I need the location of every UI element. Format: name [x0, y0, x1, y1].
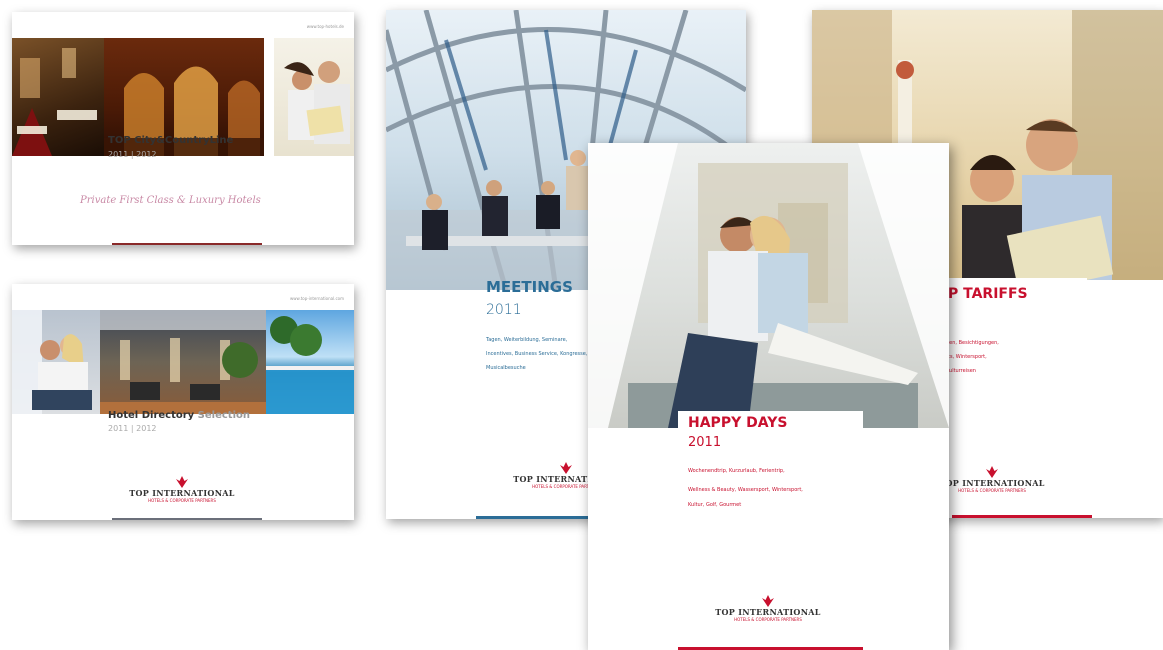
crown-logo-icon: [762, 595, 774, 607]
pool-scene: [266, 316, 354, 414]
couple-window-photo: [588, 143, 949, 428]
brochure-year: 2011: [688, 435, 722, 450]
couple-figures: [284, 61, 350, 144]
brochure-body-line: rts, Wintersport,: [946, 354, 987, 360]
brochure-title: MEETINGS: [486, 278, 573, 296]
brochure-body-line: Wellness & Beauty, Wassersport, Wintersp…: [688, 487, 803, 493]
brochure-title: P TARIFFS: [948, 286, 1028, 302]
crown-logo-icon: [986, 466, 998, 478]
brochure-hotel-directory: www.top-international.com Hotel Director…: [12, 284, 354, 520]
brochure-year: 2011 | 2012: [108, 424, 157, 433]
logo-tagline: HOTELS & CORPORATE PARTNERS: [734, 617, 802, 622]
bottom-accent-line: [112, 243, 262, 245]
lobby-scene: [100, 310, 266, 414]
pool-photo: [266, 310, 354, 414]
lobby-photo: [100, 310, 266, 414]
bottom-accent-line: [112, 518, 262, 520]
brochure-title: Hotel Directory Selection: [108, 410, 250, 421]
brochure-body-line: Kulturreisen: [946, 368, 976, 374]
title-bold: Hotel Directory: [108, 410, 195, 421]
brochure-title: HAPPY DAYS: [688, 415, 788, 431]
couple-sofa-figures: [12, 310, 92, 414]
logo-name: TOP INTERNATIONAL: [939, 478, 1045, 488]
brochure-body-line: Wochenendtrip, Kurzurlaub, Ferientrip,: [688, 468, 785, 474]
logo-tagline: HOTELS & CORPORATE PARTNERS: [958, 488, 1026, 493]
brochure-body-line: nen, Besichtigungen,: [946, 340, 999, 346]
restaurant-scene: [12, 48, 97, 156]
brochure-title: TOP City&CountryLine: [108, 135, 234, 146]
brochure-body-line: Kultur, Golf, Gourmet: [688, 502, 742, 508]
crown-logo-icon: [176, 476, 188, 488]
bottom-accent-line: [952, 515, 1092, 518]
restaurant-photo: [12, 38, 104, 156]
brochure-url: www.top-international.com: [290, 296, 344, 301]
couple-sofa-photo: [12, 310, 100, 414]
top-international-logo: TOP INTERNATIONAL HOTELS & CORPORATE PAR…: [92, 476, 272, 503]
top-international-logo: TOP INTERNATIONAL HOTELS & CORPORATE PAR…: [698, 595, 838, 622]
brochure-body-line: Musicalbesuche: [486, 365, 526, 371]
brochure-collage: { "colors": { "brand_red": "#c8102e", "m…: [0, 0, 1163, 650]
logo-name: TOP INTERNATIONAL: [129, 488, 235, 498]
brochure-happy-days: HAPPY DAYS 2011 Wochenendtrip, Kurzurlau…: [588, 143, 949, 650]
brochure-slogan: Private First Class & Luxury Hotels: [80, 195, 261, 206]
couple-window-scene: [588, 143, 949, 428]
logo-tagline: HOTELS & CORPORATE PARTNERS: [148, 498, 216, 503]
crown-logo-icon: [560, 462, 572, 474]
brochure-body-line: Incentives, Business Service, Kongresse,: [486, 351, 588, 357]
brochure-body-line: Tagen, Weiterbildung, Seminare,: [486, 337, 568, 343]
logo-name: TOP INTERNATIONAL: [715, 607, 821, 617]
title-light: Selection: [197, 410, 250, 421]
brochure-year: 2011: [486, 302, 522, 318]
top-international-logo: TOP INTERNATIONAL HOTELS & CORPORATE PAR…: [932, 466, 1052, 493]
brochure-url: www.top-hotels.de: [306, 24, 344, 29]
brochure-year: 2011 | 2012: [108, 150, 157, 159]
couple-map-photo: [274, 38, 354, 156]
brochure-city-country: www.top-hotels.de TOP City&CountryLine 2…: [12, 12, 354, 245]
